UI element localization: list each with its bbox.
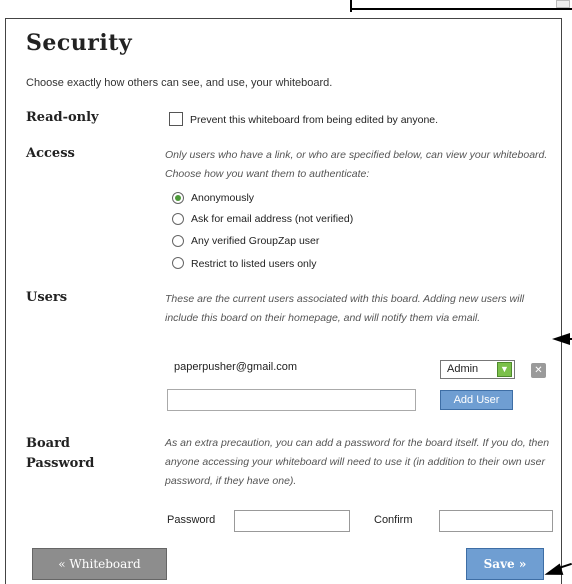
close-icon: ✕ [534,365,543,376]
users-description: These are the current users associated w… [165,293,525,324]
add-user-input[interactable] [167,389,416,411]
remove-user-button[interactable]: ✕ [531,363,546,378]
user-role-select[interactable]: Admin ▼ [440,360,515,379]
annotation-arrow-line [566,338,572,340]
page-title: Security [26,30,133,56]
board-password-label-line1: Board [26,436,71,451]
radio-label-verified-user[interactable]: Any verified GroupZap user [191,235,319,247]
read-only-label: Read-only [26,110,99,125]
radio-label-restrict-listed[interactable]: Restrict to listed users only [191,258,316,270]
board-password-label-line2: Password [26,456,95,471]
access-description: Only users who have a link, or who are s… [165,149,548,180]
back-to-whiteboard-button[interactable]: « Whiteboard [32,548,167,580]
scrollbar-stub[interactable] [556,0,570,8]
user-role-value: Admin [447,363,479,375]
window-edge [350,8,572,10]
add-user-button[interactable]: Add User [440,390,513,410]
password-label: Password [167,514,216,526]
read-only-checkbox-label[interactable]: Prevent this whiteboard from being edite… [190,114,438,126]
background-window-fragment [0,0,572,12]
save-button[interactable]: Save » [466,548,544,580]
user-email: paperpusher@gmail.com [174,361,298,373]
users-label: Users [26,290,68,305]
radio-verified-user[interactable] [172,235,184,247]
radio-restrict-listed[interactable] [172,257,184,269]
radio-ask-email[interactable] [172,213,184,225]
intro-text: Choose exactly how others can see, and u… [26,77,333,89]
board-password-description: As an extra precaution, you can add a pa… [165,437,550,487]
radio-label-anonymously[interactable]: Anonymously [191,192,254,204]
confirm-label: Confirm [374,514,413,526]
password-input[interactable] [234,510,350,532]
confirm-password-input[interactable] [439,510,553,532]
access-label: Access [26,146,75,161]
chevron-down-icon[interactable]: ▼ [497,362,512,377]
window-edge [350,0,352,12]
radio-label-ask-email[interactable]: Ask for email address (not verified) [191,213,353,225]
read-only-checkbox[interactable] [169,112,183,126]
radio-anonymously[interactable] [172,192,184,204]
